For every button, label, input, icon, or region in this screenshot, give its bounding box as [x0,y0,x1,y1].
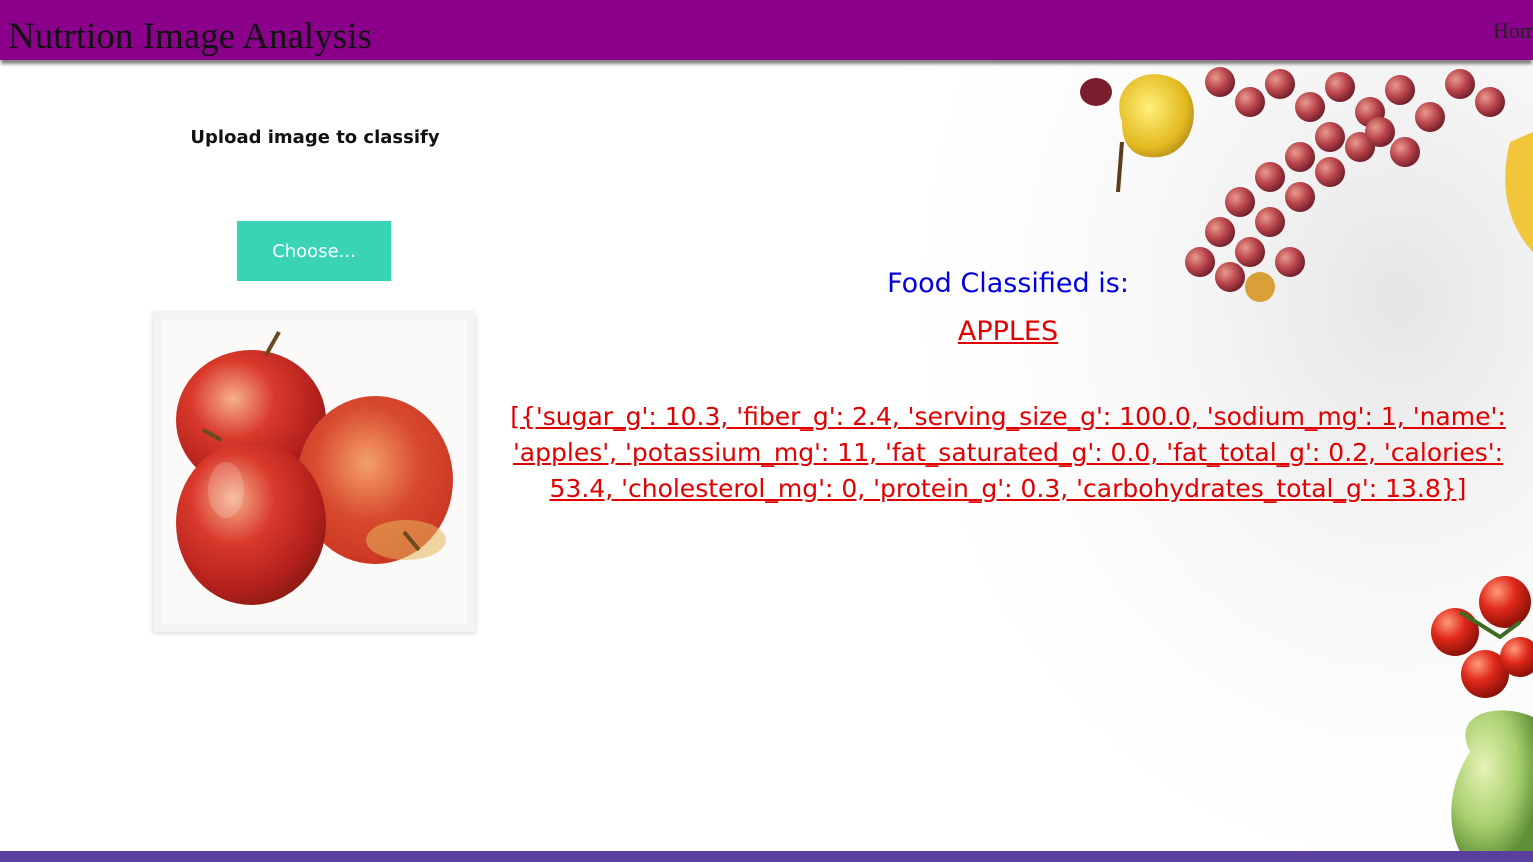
upload-label: Upload image to classify [190,127,440,148]
image-preview-frame [161,320,467,624]
choose-file-button[interactable]: Choose... [237,221,391,281]
bottom-bar [0,851,1533,862]
nav-home-link[interactable]: Home [1493,18,1533,44]
page: Nutrtion Image Analysis Home Upload imag… [0,0,1533,862]
classified-food-link[interactable]: APPLES [860,316,1156,347]
result-heading: Food Classified is: [887,268,1129,299]
top-navbar: Nutrtion Image Analysis Home [0,0,1533,60]
app-title: Nutrtion Image Analysis [8,16,372,57]
nutrition-info-link[interactable]: [{'sugar_g': 10.3, 'fiber_g': 2.4, 'serv… [484,399,1532,507]
uploaded-apples-image [176,331,453,605]
image-preview [153,312,475,632]
